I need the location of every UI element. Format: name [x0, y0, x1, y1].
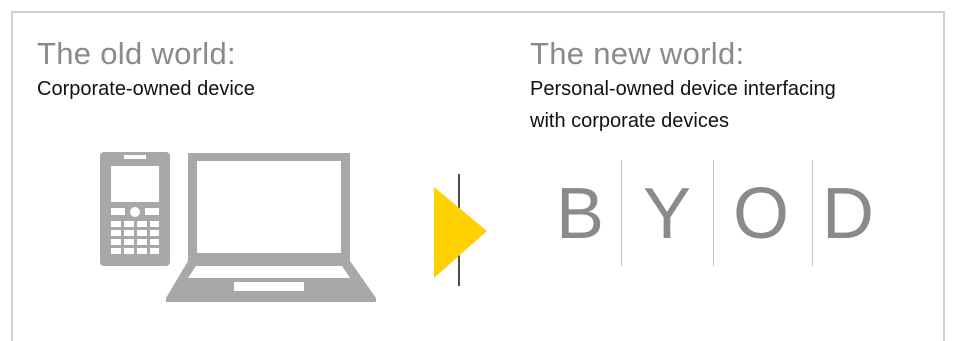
byod-letter-y: Y	[643, 174, 692, 254]
laptop-icon	[166, 153, 376, 302]
byod-letter-o: O	[733, 174, 790, 254]
illustration-layer	[100, 152, 487, 302]
byod-separator	[621, 160, 622, 266]
mobile-phone-icon	[100, 152, 170, 266]
byod-letter-b: B	[556, 174, 605, 254]
arrow-right-icon	[434, 187, 487, 278]
byod-separator	[713, 160, 714, 266]
byod-letter-d: D	[822, 174, 874, 254]
byod-separator	[812, 160, 813, 266]
